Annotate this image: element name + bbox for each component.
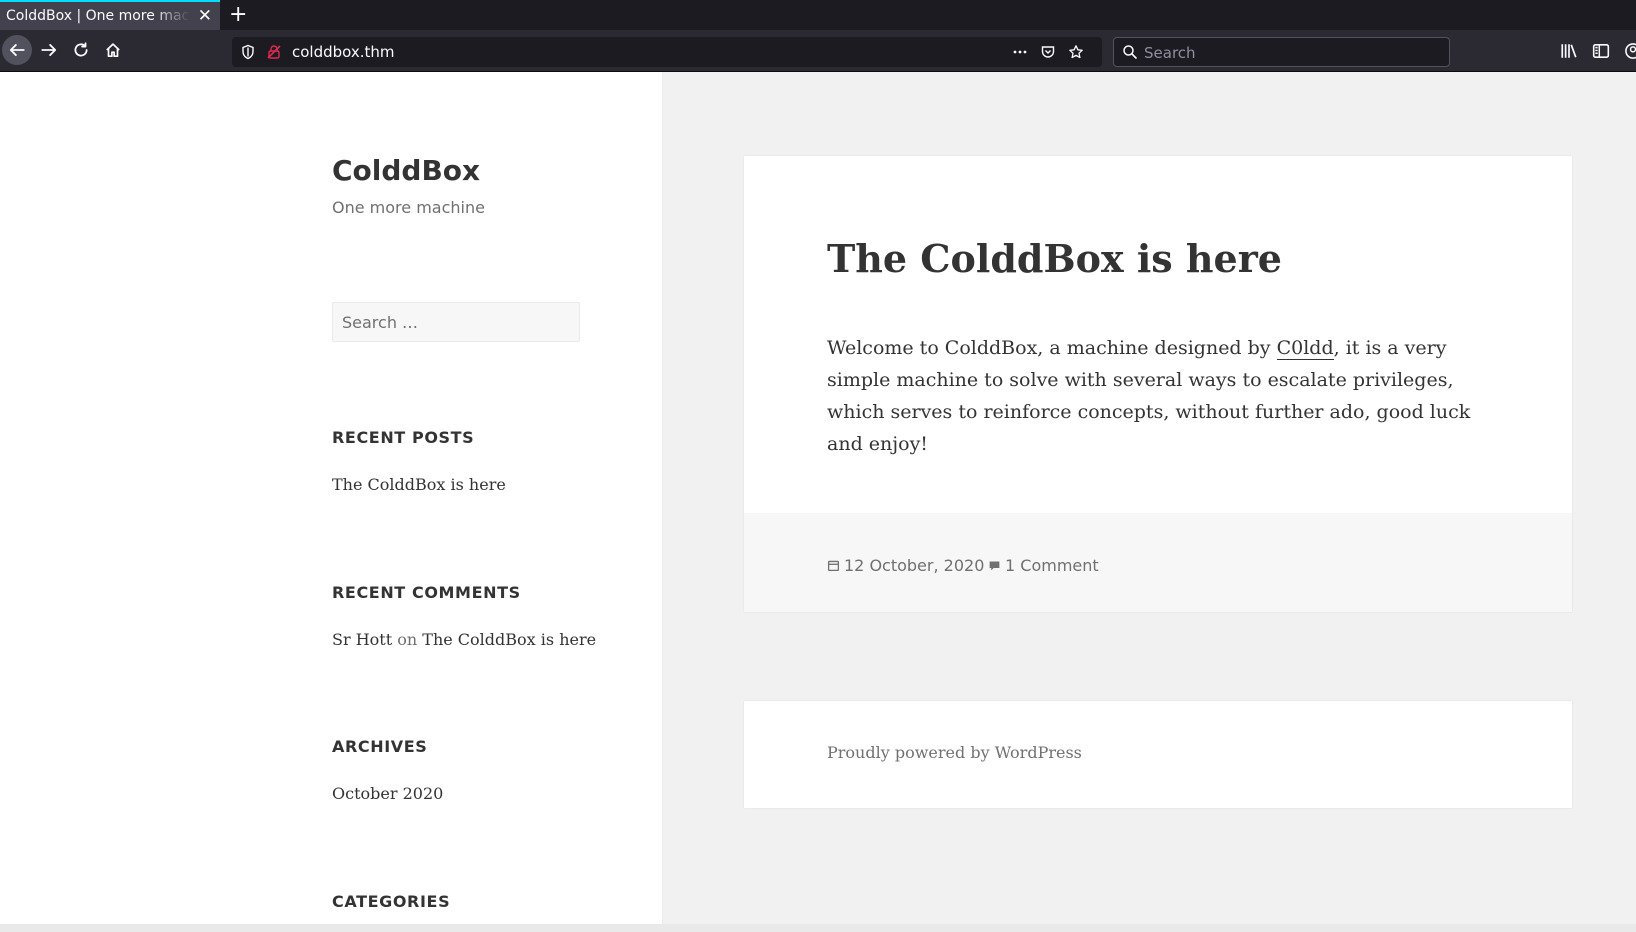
page-actions-menu-icon[interactable] [1012, 44, 1028, 60]
insecure-lock-icon[interactable] [266, 44, 282, 60]
categories-heading: CATEGORIES [332, 892, 451, 911]
active-tab[interactable]: ColddBox | One more machine ✕ [0, 0, 220, 30]
sidebar-search-field[interactable] [332, 302, 580, 342]
home-icon [106, 43, 120, 58]
recent-posts-heading: RECENT POSTS [332, 428, 475, 447]
tab-strip: ColddBox | One more machine ✕ + [0, 0, 1636, 30]
archive-link[interactable]: October 2020 [332, 784, 443, 803]
recent-post-link[interactable]: The ColddBox is here [332, 475, 506, 494]
bookmark-star-icon[interactable] [1068, 44, 1084, 60]
library-icon[interactable] [1560, 42, 1578, 60]
post-date-link[interactable]: 12 October, 2020 [844, 556, 984, 575]
author-link[interactable]: C0ldd [1276, 337, 1334, 360]
comment-icon [989, 561, 1000, 571]
reload-button[interactable] [66, 35, 96, 65]
tracking-shield-icon[interactable] [240, 44, 256, 60]
account-icon[interactable] [1624, 42, 1636, 60]
page-viewport: ColddBox One more machine RECENT POSTS T… [0, 72, 1636, 932]
recent-comments-heading: RECENT COMMENTS [332, 583, 521, 602]
post-title[interactable]: The ColddBox is here [827, 236, 1282, 281]
web-search-bar[interactable]: Search [1113, 37, 1450, 67]
navigation-toolbar: colddbox.thm Search [0, 30, 1636, 72]
tab-title: ColddBox | One more machine [6, 8, 190, 24]
site-title[interactable]: ColddBox [332, 154, 480, 187]
site-footer: Proudly powered by WordPress [744, 701, 1572, 808]
sidebar-toggle-icon[interactable] [1592, 42, 1610, 60]
post-date: 12 October, 2020 [827, 556, 984, 575]
reload-icon [74, 42, 88, 57]
comment-author-link[interactable]: Sr Hott [332, 630, 392, 649]
forward-button[interactable] [34, 35, 64, 65]
forward-arrow-icon [41, 44, 57, 56]
horizontal-scrollbar[interactable] [0, 924, 1636, 932]
comments-link[interactable]: 1 Comment [1005, 556, 1099, 575]
calendar-icon [827, 560, 840, 572]
recent-comment-item: Sr Hott on The ColddBox is here [332, 630, 596, 649]
powered-by-link[interactable]: Proudly powered by WordPress [827, 743, 1082, 762]
post-content: Welcome to ColddBox, a machine designed … [827, 332, 1489, 460]
new-tab-button[interactable]: + [229, 2, 247, 28]
post-content-intro: Welcome to ColddBox, a machine designed … [827, 337, 1277, 359]
search-icon [1123, 45, 1137, 59]
url-text[interactable]: colddbox.thm [292, 43, 395, 61]
site-sidebar: ColddBox One more machine RECENT POSTS T… [0, 72, 662, 924]
archives-heading: ARCHIVES [332, 737, 428, 756]
back-button[interactable] [2, 35, 32, 65]
search-placeholder: Search [1144, 44, 1196, 62]
tab-close-icon[interactable]: ✕ [198, 6, 212, 26]
comment-on-text: on [397, 630, 418, 649]
home-button[interactable] [98, 35, 128, 65]
pocket-icon[interactable] [1040, 44, 1056, 60]
post-card: The ColddBox is here Welcome to ColddBox… [744, 156, 1572, 612]
post-meta-footer: 12 October, 2020 1 Comment [744, 513, 1572, 612]
back-arrow-icon [9, 44, 25, 56]
url-bar[interactable]: colddbox.thm [232, 37, 1102, 67]
comment-post-link[interactable]: The ColddBox is here [422, 630, 596, 649]
site-description: One more machine [332, 198, 485, 217]
search-input[interactable] [333, 303, 579, 341]
post-comments: 1 Comment [988, 556, 1099, 575]
